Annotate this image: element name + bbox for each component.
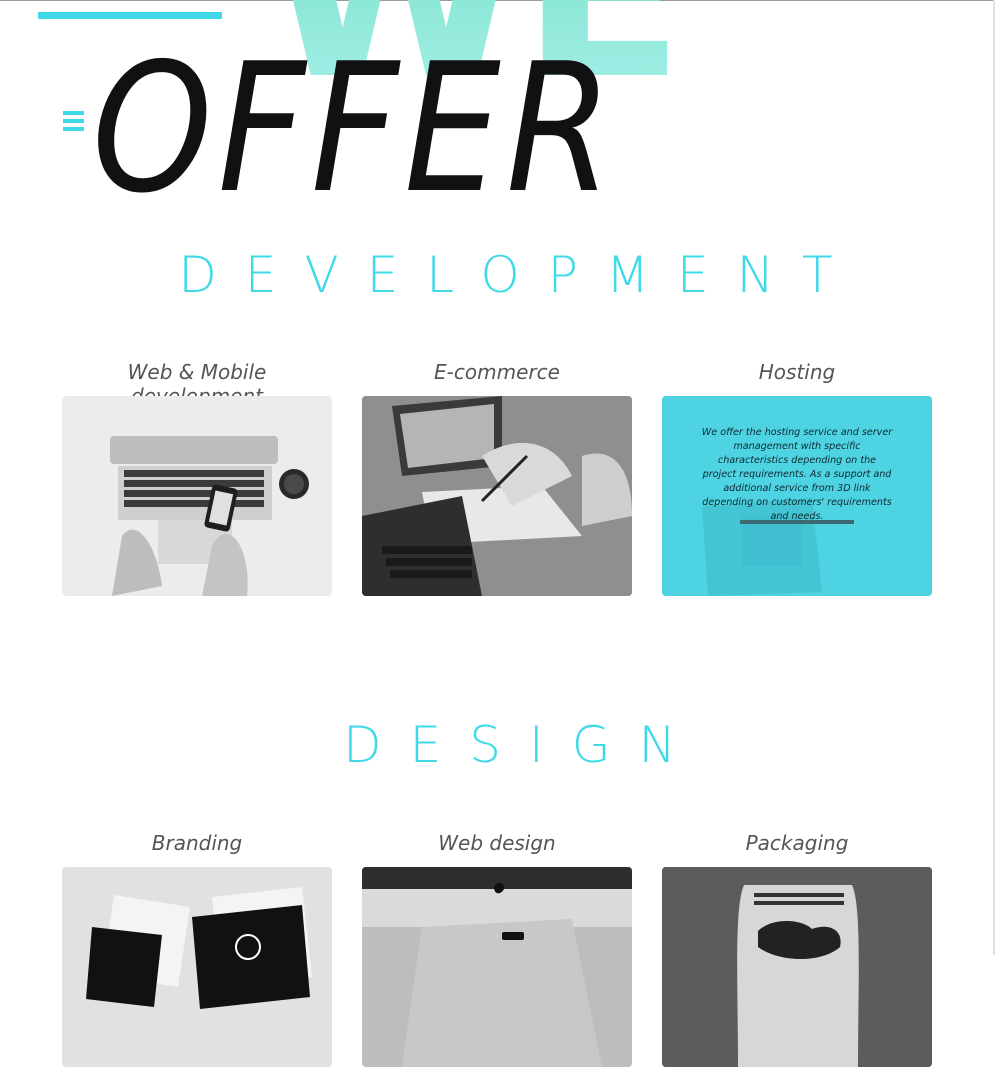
card-title-packaging: Packaging: [745, 831, 849, 855]
card-hosting[interactable]: We offer the hosting service and server …: [662, 396, 932, 596]
card-title-branding: Branding: [151, 831, 243, 855]
card-web-mobile[interactable]: [62, 396, 332, 596]
imac-desk-photo: [362, 867, 632, 1067]
hosting-description: We offer the hosting service and server …: [701, 427, 893, 522]
business-cards-photo: [62, 867, 332, 1067]
hero-offer-text: OFFER: [92, 25, 618, 232]
hamburger-menu-icon[interactable]: [63, 111, 84, 131]
menu-icon-bar: [63, 119, 84, 123]
section-title-development: DEVELOPMENT: [178, 246, 861, 304]
card-ecommerce[interactable]: [362, 396, 632, 596]
laptop-smartphone-photo: [62, 396, 332, 596]
accent-bar: [38, 12, 222, 19]
hosting-divider: [740, 520, 854, 524]
menu-icon-bar: [63, 127, 84, 131]
card-title-web-design: Web design: [438, 831, 556, 855]
office-laptop-paperwork-photo: [362, 396, 632, 596]
card-web-design[interactable]: [362, 867, 632, 1067]
card-title-hosting: Hosting: [758, 360, 836, 384]
choco-packaging-photo: [662, 867, 932, 1067]
card-title-ecommerce: E-commerce: [434, 360, 560, 384]
menu-icon-bar: [63, 111, 84, 115]
card-branding[interactable]: [62, 867, 332, 1067]
section-title-design: DESIGN: [343, 716, 704, 774]
card-packaging[interactable]: [662, 867, 932, 1067]
